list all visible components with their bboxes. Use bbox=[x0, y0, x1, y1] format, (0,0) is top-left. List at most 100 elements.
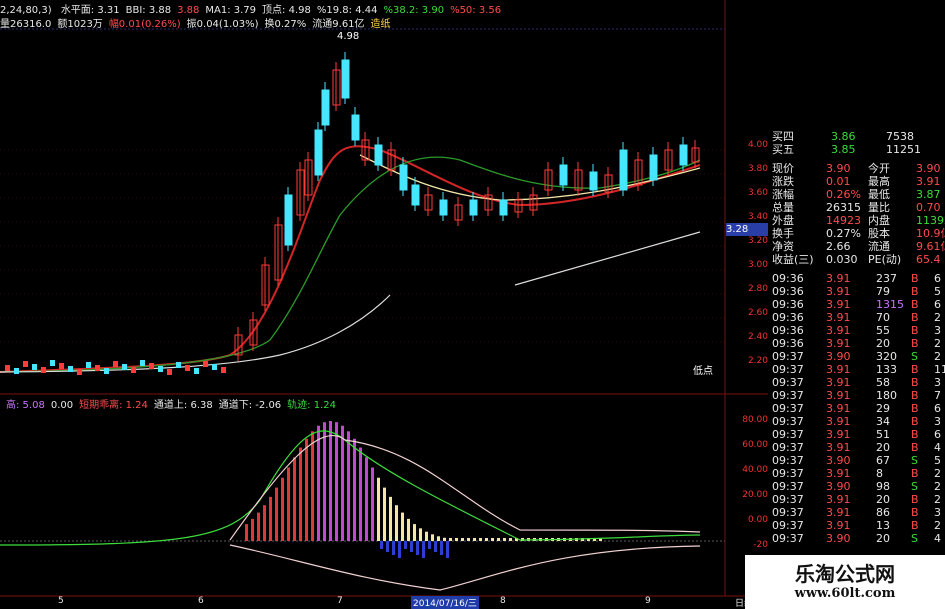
tick-count: 3 bbox=[934, 376, 941, 389]
indicator-bar bbox=[377, 477, 380, 541]
stat-value: 0.70 bbox=[916, 201, 941, 214]
indicator-bar-negative bbox=[410, 541, 413, 552]
x-axis: 56789 2014/07/16/三 日线 bbox=[0, 596, 760, 609]
candle-body bbox=[469, 199, 478, 216]
candle-body bbox=[59, 363, 64, 369]
stat-row: 现价 3.90 今开 3.90 bbox=[768, 162, 945, 175]
candle-body bbox=[284, 194, 293, 246]
x-axis-label: 9 bbox=[645, 596, 651, 606]
indicator-bar bbox=[407, 518, 410, 541]
tick-price: 3.91 bbox=[826, 467, 851, 480]
stat-row: 总量 26315 量比 0.70 bbox=[768, 201, 945, 214]
tick-time: 09:36 bbox=[772, 285, 804, 298]
tick-price: 3.91 bbox=[826, 376, 851, 389]
tick-side: B bbox=[911, 506, 919, 519]
candle-body bbox=[185, 365, 190, 371]
order-book-row: 买四 3.86 7538 bbox=[768, 130, 945, 143]
tick-side: B bbox=[911, 298, 919, 311]
tick-volume: 13 bbox=[876, 519, 890, 532]
stat-value: 0.030 bbox=[826, 253, 858, 266]
stat-value: 0.01 bbox=[826, 175, 851, 188]
tick-side: B bbox=[911, 428, 919, 441]
y-tick-label: 2.20 bbox=[747, 356, 768, 366]
indicator-y-tick-label: 20.00 bbox=[742, 490, 768, 500]
indicator-bar bbox=[353, 438, 356, 541]
candle-body bbox=[104, 368, 109, 374]
stat-value: 11392 bbox=[916, 214, 945, 227]
trade-tick-row: 09:37 3.91 51 B 6 bbox=[768, 428, 945, 441]
indicator-bar bbox=[245, 524, 248, 541]
candle-body bbox=[314, 129, 323, 176]
trade-tick-row: 09:37 3.91 20 B 2 bbox=[768, 493, 945, 506]
indicator-y-tick-label: 60.00 bbox=[742, 440, 768, 450]
tick-count: 11 bbox=[934, 363, 945, 376]
tick-count: 4 bbox=[934, 441, 941, 454]
tick-volume: 180 bbox=[876, 389, 897, 402]
tick-price: 3.91 bbox=[826, 506, 851, 519]
tick-price: 3.91 bbox=[826, 428, 851, 441]
tick-count: 5 bbox=[934, 454, 941, 467]
tick-side: B bbox=[911, 311, 919, 324]
tick-price: 3.91 bbox=[826, 493, 851, 506]
order-label: 买五 bbox=[772, 143, 794, 156]
tick-volume: 79 bbox=[876, 285, 890, 298]
stat-row: 涨幅 0.26% 最低 3.87 bbox=[768, 188, 945, 201]
trade-tick-row: 09:37 3.91 86 B 3 bbox=[768, 506, 945, 519]
tick-volume: 86 bbox=[876, 506, 890, 519]
tick-count: 2 bbox=[934, 480, 941, 493]
trade-tick-row: 09:37 3.91 13 B 2 bbox=[768, 519, 945, 532]
tick-price: 3.91 bbox=[826, 298, 851, 311]
tick-time: 09:37 bbox=[772, 402, 804, 415]
tick-count: 6 bbox=[934, 298, 941, 311]
candle-body bbox=[321, 89, 330, 126]
candle-body bbox=[14, 368, 19, 374]
trade-tick-row: 09:37 3.91 58 B 3 bbox=[768, 376, 945, 389]
indicator-header-bottom: 高: 5.08 0.00 短期乖离: 1.24 通道上: 6.38 通道下: -2.06… bbox=[6, 396, 348, 411]
candle-body bbox=[167, 369, 172, 375]
tick-count: 2 bbox=[934, 519, 941, 532]
trade-tick-row: 09:37 3.91 180 B 7 bbox=[768, 389, 945, 402]
stat-value: 9.61亿 bbox=[916, 240, 945, 253]
stat-key: 最低 bbox=[868, 188, 890, 201]
stat-key: 收益(三) bbox=[772, 253, 814, 266]
stat-row: 涨跌 0.01 最高 3.91 bbox=[768, 175, 945, 188]
y-tick-label: 3.00 bbox=[747, 260, 768, 270]
stat-value: 65.4 bbox=[916, 253, 941, 266]
stat-value: 3.90 bbox=[826, 162, 851, 175]
info-bar-item: 量26316.0 bbox=[0, 19, 52, 30]
stat-value: 2.66 bbox=[826, 240, 851, 253]
indicator-bar bbox=[341, 425, 344, 541]
tick-time: 09:37 bbox=[772, 428, 804, 441]
indicator-y-tick-label: -20 bbox=[753, 540, 768, 550]
tick-side: S bbox=[911, 454, 918, 467]
stat-key: 内盘 bbox=[868, 214, 890, 227]
tick-volume: 1315 bbox=[876, 298, 904, 311]
tick-volume: 20 bbox=[876, 441, 890, 454]
tick-time: 09:37 bbox=[772, 415, 804, 428]
indicator-bar bbox=[473, 538, 476, 541]
candle-body bbox=[203, 361, 208, 367]
price-y-axis: 4.00 3.80 3.60 3.40 3.20 3.00 2.80 2.60 2.40 2.20 bbox=[726, 140, 768, 370]
tick-time: 09:37 bbox=[772, 506, 804, 519]
stat-key: 净资 bbox=[772, 240, 794, 253]
tick-volume: 51 bbox=[876, 428, 890, 441]
candle-body bbox=[649, 154, 658, 181]
ma-line-white bbox=[0, 294, 391, 373]
tick-price: 3.91 bbox=[826, 324, 851, 337]
trade-tick-row: 09:37 3.91 34 B 3 bbox=[768, 415, 945, 428]
trade-tick-row: 09:37 3.91 133 B 11 bbox=[768, 363, 945, 376]
tick-count: 2 bbox=[934, 337, 941, 350]
tick-count: 2 bbox=[934, 311, 941, 324]
tick-price: 3.91 bbox=[826, 415, 851, 428]
tick-side: B bbox=[911, 415, 919, 428]
candle-body bbox=[499, 199, 508, 216]
indicator-bar bbox=[371, 467, 374, 541]
order-book-row: 买五 3.85 11251 bbox=[768, 143, 945, 156]
indicator-bar bbox=[251, 518, 254, 541]
tick-time: 09:36 bbox=[772, 272, 804, 285]
candle-body bbox=[158, 366, 163, 372]
candle-body bbox=[131, 367, 136, 373]
indicator-bar bbox=[305, 438, 308, 541]
order-volume: 11251 bbox=[886, 143, 921, 156]
y-tick-label: 3.40 bbox=[747, 212, 768, 222]
